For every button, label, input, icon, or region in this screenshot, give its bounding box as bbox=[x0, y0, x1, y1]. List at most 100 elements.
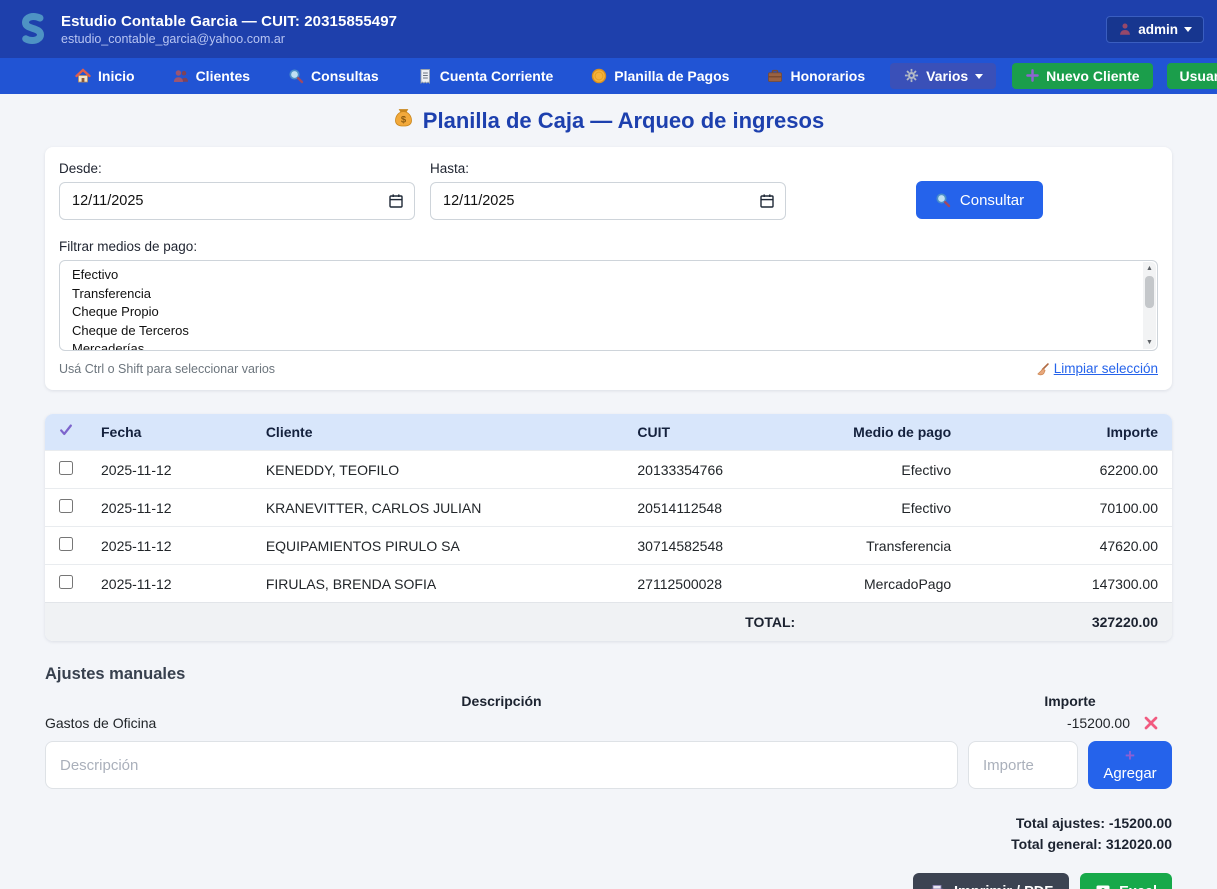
calendar-icon[interactable] bbox=[388, 193, 404, 209]
medios-de-pago-label: Filtrar medios de pago: bbox=[59, 239, 1158, 254]
house-icon bbox=[75, 68, 91, 84]
excel-button[interactable]: Excel bbox=[1080, 873, 1172, 889]
usuarios-label: Usuarios bbox=[1180, 68, 1217, 84]
scrollbar-thumb[interactable] bbox=[1145, 276, 1154, 308]
agregar-label: Agregar bbox=[1103, 765, 1156, 782]
table-total-row: TOTAL: 327220.00 bbox=[45, 603, 1172, 642]
plus-icon: + bbox=[1125, 748, 1135, 763]
nav-label: Cuenta Corriente bbox=[440, 68, 554, 84]
nav-label: Honorarios bbox=[790, 68, 865, 84]
table-row: 2025-11-12 FIRULAS, BRENDA SOFIA 2711250… bbox=[45, 565, 1172, 603]
ajustes-section: Ajustes manuales Descripción Importe Gas… bbox=[45, 665, 1172, 855]
cell-medio: Efectivo bbox=[803, 489, 965, 527]
briefcase-icon bbox=[767, 68, 783, 84]
bar-chart-icon bbox=[1095, 884, 1111, 889]
user-menu-button[interactable]: admin bbox=[1106, 16, 1204, 43]
plus-icon bbox=[1025, 69, 1039, 83]
nuevo-cliente-button[interactable]: Nuevo Cliente bbox=[1012, 63, 1152, 89]
user-menu-label: admin bbox=[1138, 22, 1178, 37]
medios-de-pago-listbox[interactable]: Efectivo Transferencia Cheque Propio Che… bbox=[59, 260, 1158, 351]
printer-icon bbox=[929, 884, 945, 889]
col-header-importe: Importe bbox=[965, 414, 1172, 451]
row-checkbox[interactable] bbox=[59, 499, 73, 513]
row-checkbox[interactable] bbox=[59, 537, 73, 551]
listbox-option[interactable]: Cheque Propio bbox=[60, 303, 1157, 322]
varios-label: Varios bbox=[926, 68, 968, 84]
varios-dropdown-button[interactable]: Varios bbox=[890, 63, 996, 89]
cell-medio: Efectivo bbox=[803, 451, 965, 489]
chevron-down-icon bbox=[1184, 27, 1192, 32]
descripcion-input[interactable] bbox=[45, 741, 958, 789]
cell-medio: MercadoPago bbox=[803, 565, 965, 603]
cell-cuit: 30714582548 bbox=[623, 527, 803, 565]
cell-fecha: 2025-11-12 bbox=[87, 527, 252, 565]
hasta-date-input[interactable] bbox=[430, 182, 786, 220]
cell-cliente: EQUIPAMIENTOS PIRULO SA bbox=[252, 527, 624, 565]
scrollbar-up-arrow[interactable]: ▲ bbox=[1146, 262, 1153, 275]
coin-icon bbox=[591, 68, 607, 84]
desde-field: Desde: bbox=[59, 161, 415, 220]
cell-cliente: KENEDDY, TEOFILO bbox=[252, 451, 624, 489]
check-icon bbox=[59, 424, 73, 441]
broom-icon bbox=[1035, 362, 1049, 376]
consultar-label: Consultar bbox=[960, 192, 1024, 209]
gear-icon bbox=[903, 68, 919, 84]
select-all-header[interactable] bbox=[45, 414, 87, 451]
chevron-down-icon bbox=[975, 74, 983, 79]
cell-importe: 70100.00 bbox=[965, 489, 1172, 527]
page-title: $ Planilla de Caja — Arqueo de ingresos bbox=[0, 107, 1217, 134]
nav-item-planilla-pagos[interactable]: Planilla de Pagos bbox=[578, 68, 742, 84]
imprimir-label: Imprimir / PDF bbox=[954, 884, 1053, 889]
limpiar-label: Limpiar selección bbox=[1054, 361, 1158, 376]
listbox-option[interactable]: Mercaderías bbox=[60, 340, 1157, 351]
nav-item-clientes[interactable]: Clientes bbox=[160, 68, 263, 84]
table-header-row: Fecha Cliente CUIT Medio de pago Importe bbox=[45, 414, 1172, 451]
nav-item-inicio[interactable]: Inicio bbox=[62, 68, 148, 84]
cell-cliente: KRANEVITTER, CARLOS JULIAN bbox=[252, 489, 624, 527]
cell-cuit: 27112500028 bbox=[623, 565, 803, 603]
usuarios-button[interactable]: Usuarios bbox=[1167, 63, 1217, 89]
cell-importe: 47620.00 bbox=[965, 527, 1172, 565]
receipt-icon bbox=[417, 68, 433, 84]
nav-label: Inicio bbox=[98, 68, 135, 84]
listbox-option[interactable]: Transferencia bbox=[60, 285, 1157, 304]
row-checkbox[interactable] bbox=[59, 575, 73, 589]
app-page: Estudio Contable Garcia — CUIT: 20315855… bbox=[0, 0, 1217, 889]
nav-label: Clientes bbox=[196, 68, 250, 84]
money-bag-icon: $ bbox=[393, 107, 414, 134]
listbox-option[interactable]: Efectivo bbox=[60, 266, 1157, 285]
ingresos-table: Fecha Cliente CUIT Medio de pago Importe… bbox=[45, 414, 1172, 641]
cell-cliente: FIRULAS, BRENDA SOFIA bbox=[252, 565, 624, 603]
nav-item-cuenta-corriente[interactable]: Cuenta Corriente bbox=[404, 68, 567, 84]
importe-input[interactable] bbox=[968, 741, 1078, 789]
ingresos-table-card: Fecha Cliente CUIT Medio de pago Importe… bbox=[45, 414, 1172, 641]
desde-date-input[interactable] bbox=[59, 182, 415, 220]
listbox-scrollbar[interactable]: ▲ ▼ bbox=[1143, 262, 1156, 349]
hasta-label: Hasta: bbox=[430, 161, 786, 176]
col-header-medio: Medio de pago bbox=[803, 414, 965, 451]
agregar-button[interactable]: + Agregar bbox=[1088, 741, 1172, 789]
cell-medio: Transferencia bbox=[803, 527, 965, 565]
brand-block: Estudio Contable Garcia — CUIT: 20315855… bbox=[61, 13, 397, 46]
imprimir-pdf-button[interactable]: Imprimir / PDF bbox=[913, 873, 1069, 889]
nav-label: Consultas bbox=[311, 68, 379, 84]
svg-text:$: $ bbox=[401, 115, 407, 126]
person-icon bbox=[1118, 22, 1132, 36]
footer-actions: Imprimir / PDF Excel bbox=[45, 873, 1172, 889]
hasta-field: Hasta: bbox=[430, 161, 786, 220]
col-header-fecha: Fecha bbox=[87, 414, 252, 451]
row-checkbox[interactable] bbox=[59, 461, 73, 475]
cell-importe: 147300.00 bbox=[965, 565, 1172, 603]
remove-ajuste-button[interactable] bbox=[1143, 715, 1159, 731]
scrollbar-down-arrow[interactable]: ▼ bbox=[1146, 336, 1153, 349]
search-icon bbox=[935, 192, 951, 208]
total-label: TOTAL: bbox=[45, 603, 965, 642]
nav-item-consultas[interactable]: Consultas bbox=[275, 68, 392, 84]
calendar-icon[interactable] bbox=[759, 193, 775, 209]
consultar-button[interactable]: Consultar bbox=[916, 181, 1043, 219]
nav-item-honorarios[interactable]: Honorarios bbox=[754, 68, 878, 84]
close-icon bbox=[1143, 719, 1159, 734]
col-header-cliente: Cliente bbox=[252, 414, 624, 451]
listbox-option[interactable]: Cheque de Terceros bbox=[60, 322, 1157, 341]
limpiar-seleccion-link[interactable]: Limpiar selección bbox=[1035, 361, 1158, 376]
